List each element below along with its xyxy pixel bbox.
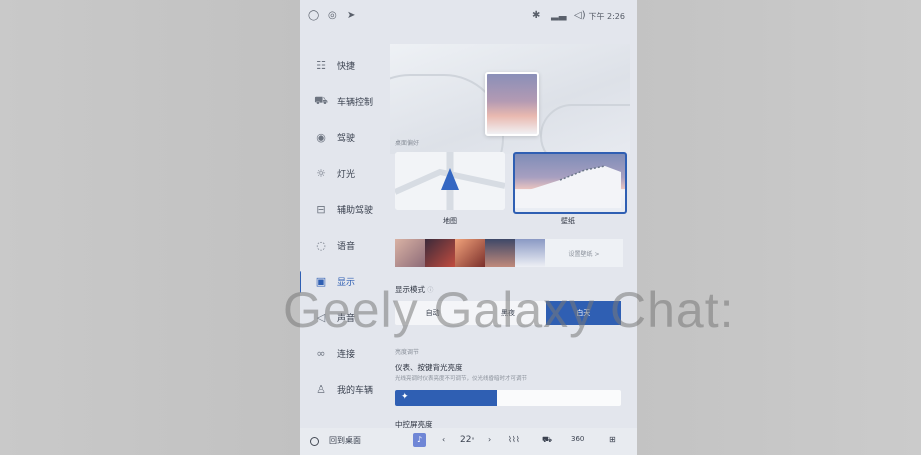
instrument-brightness-title: 仪表、按键背光亮度 — [395, 363, 463, 372]
car-icon: ⛟ — [314, 93, 328, 107]
instrument-brightness-hint: 光线亮调时仪表亮度不可调节，仪光线昏暗时才可调节 — [395, 376, 528, 382]
car-settings-screen: ◯ ◎ ➤ ✱ ▂▃ ◁) 下午 2:26 ☷ 快捷 ⛟ 车辆控制 ◉ 驾驶 ☼… — [300, 0, 637, 455]
slider-fill — [395, 390, 497, 406]
signal-circle-icon: ◎ — [328, 10, 337, 21]
sidebar-item-label: 驾驶 — [337, 133, 356, 144]
sidebar-item-connection[interactable]: ∞ 连接 — [300, 338, 385, 368]
wallpaper-thumb[interactable] — [515, 239, 545, 267]
sidebar-item-label: 连接 — [337, 349, 356, 360]
app-grid-icon[interactable]: ⊞ — [609, 435, 616, 444]
view-360-label: 360 — [571, 435, 585, 443]
sidebar-item-vehicle-control[interactable]: ⛟ 车辆控制 — [300, 86, 385, 116]
sidebar-item-label: 灯光 — [337, 169, 356, 180]
car-dashboard-preview — [390, 44, 630, 154]
left-background — [0, 0, 300, 455]
settings-sidebar: ☷ 快捷 ⛟ 车辆控制 ◉ 驾驶 ☼ 灯光 ⊟ 辅助驾驶 ◌ 语音 ▣ 显示 ◁… — [300, 40, 385, 425]
map-desktop-card[interactable] — [395, 152, 505, 210]
view-360-button[interactable]: 360 — [571, 435, 584, 443]
wallpaper-thumbnails — [395, 239, 545, 267]
set-wallpaper-button[interactable]: 设置壁纸 > — [545, 239, 623, 267]
sidebar-item-voice[interactable]: ◌ 语音 — [300, 230, 385, 260]
sidebar-item-label: 我的车辆 — [337, 385, 374, 396]
bluetooth-icon: ✱ — [532, 10, 541, 21]
home-label[interactable]: 回到桌面 — [329, 435, 361, 446]
cellular-icon: ▂▃ — [551, 10, 567, 21]
temperature-value: 22° — [460, 435, 474, 445]
home-icon[interactable] — [310, 437, 319, 446]
wallpaper-thumb[interactable] — [455, 239, 485, 267]
sidebar-item-label: 辅助驾驶 — [337, 205, 374, 216]
wallpaper-desktop-card[interactable] — [513, 152, 627, 214]
light-icon: ☼ — [316, 166, 326, 180]
map-preview — [395, 152, 505, 210]
volume-icon: ◁) — [574, 10, 586, 21]
sidebar-item-label: 车辆控制 — [337, 97, 374, 108]
temperature-unit: ° — [471, 437, 475, 444]
watermark-text: Geely Galaxy Chat: — [283, 282, 735, 338]
brightness-caption: 亮度调节 — [395, 349, 420, 356]
car-icon[interactable]: ⛟ — [542, 435, 552, 445]
sidebar-item-label: 快捷 — [337, 61, 356, 72]
temp-increase-button[interactable]: › — [488, 435, 491, 444]
navigation-arrow-icon: ➤ — [347, 10, 356, 21]
sidebar-item-my-vehicle[interactable]: ♙ 我的车辆 — [300, 374, 385, 404]
sliders-icon: ☷ — [316, 58, 326, 72]
wallpaper-thumb[interactable] — [485, 239, 515, 267]
link-icon: ∞ — [316, 346, 326, 360]
wallpaper-card-label: 壁纸 — [561, 217, 575, 225]
sidebar-item-assisted-driving[interactable]: ⊟ 辅助驾驶 — [300, 194, 385, 224]
sidebar-item-lights[interactable]: ☼ 灯光 — [300, 158, 385, 188]
temperature-number: 22 — [460, 435, 472, 445]
sidebar-item-shortcuts[interactable]: ☷ 快捷 — [300, 50, 385, 80]
display-settings-panel: 桌面偏好 地图 壁纸 设置壁纸 > 显示模式 ⓘ 自动 黑夜 白天 亮度调节 仪… — [390, 36, 630, 429]
temp-decrease-button[interactable]: ‹ — [442, 435, 445, 444]
steering-wheel-icon: ◉ — [316, 130, 326, 144]
windshield-defrost-icon[interactable]: ⌇⌇⌇ — [508, 435, 520, 444]
profile-icon[interactable]: ◯ — [308, 10, 319, 21]
status-bar: ◯ ◎ ➤ ✱ ▂▃ ◁) 下午 2:26 — [300, 0, 637, 32]
brightness-icon: ✦ — [401, 392, 409, 402]
wallpaper-thumb[interactable] — [425, 239, 455, 267]
voice-icon: ◌ — [316, 238, 326, 252]
sidebar-item-label: 语音 — [337, 241, 356, 252]
assist-drive-icon: ⊟ — [316, 202, 326, 216]
desktop-caption: 桌面偏好 — [395, 140, 420, 147]
dashboard-outline — [540, 104, 630, 154]
user-icon: ♙ — [316, 382, 326, 396]
instrument-brightness-slider[interactable]: ✦ — [395, 390, 621, 406]
wallpaper-preview — [515, 165, 621, 208]
right-background — [637, 0, 921, 455]
fan-icon[interactable]: ♪ — [413, 433, 426, 447]
map-card-label: 地图 — [443, 217, 457, 225]
status-time: 下午 2:26 — [588, 12, 625, 21]
wallpaper-thumb[interactable] — [395, 239, 425, 267]
bottom-dock: 回到桌面 ♪ ‹ 22° › ⌇⌇⌇ ⛟ 360 ⊞ — [300, 428, 637, 455]
sidebar-item-driving[interactable]: ◉ 驾驶 — [300, 122, 385, 152]
center-screen-preview — [485, 72, 539, 136]
